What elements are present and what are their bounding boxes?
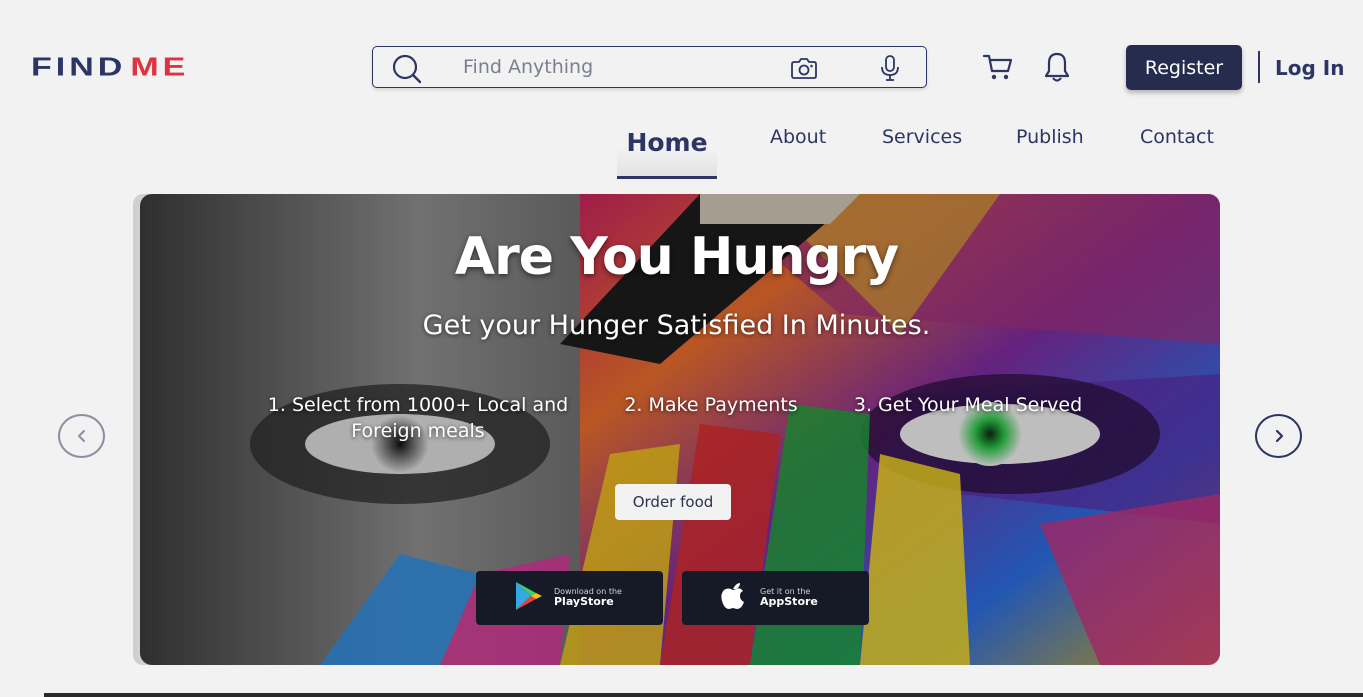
apple-icon <box>720 581 746 615</box>
carousel-next-button[interactable] <box>1255 414 1302 458</box>
camera-search-icon[interactable] <box>790 55 818 85</box>
cart-icon[interactable] <box>982 52 1014 86</box>
nav-services[interactable]: Services <box>882 126 962 148</box>
nav-publish[interactable]: Publish <box>1016 126 1084 148</box>
findme-logo[interactable]: FIND ME <box>31 50 189 84</box>
carousel-prev-button[interactable] <box>58 414 105 458</box>
step-item: 1. Select from 1000+ Local and Foreign m… <box>267 394 569 442</box>
store-name: PlayStore <box>554 595 614 609</box>
playstore-button[interactable]: Download on the PlayStore <box>476 571 663 625</box>
step-item: 2. Make Payments <box>624 394 798 416</box>
play-store-icon <box>514 580 544 616</box>
chevron-left-icon <box>77 430 85 442</box>
hero-carousel: Are You Hungry Get your Hunger Satisfied… <box>133 194 1220 665</box>
chevron-right-icon <box>1275 429 1283 443</box>
logo-text-me: ME <box>130 52 190 82</box>
notification-bell-icon[interactable] <box>1043 51 1071 87</box>
logo-text-find: FIND <box>31 52 127 82</box>
search-input[interactable] <box>463 53 763 81</box>
page-bottom-border <box>44 693 1363 697</box>
register-button[interactable]: Register <box>1126 45 1242 90</box>
hero-subtitle: Get your Hunger Satisfied In Minutes. <box>422 310 931 341</box>
nav-contact[interactable]: Contact <box>1140 126 1214 148</box>
step-item: 3. Get Your Meal Served <box>853 394 1083 416</box>
nav-about[interactable]: About <box>770 126 826 148</box>
store-name: AppStore <box>760 595 818 609</box>
hero-title: Are You Hungry <box>454 227 899 287</box>
login-link[interactable]: Log In <box>1275 56 1344 80</box>
nav-home[interactable]: Home <box>617 120 717 179</box>
search-icon[interactable] <box>391 53 423 89</box>
appstore-button[interactable]: Get it on the AppStore <box>682 571 869 625</box>
header-divider <box>1258 51 1260 83</box>
microphone-icon[interactable] <box>879 54 901 86</box>
order-food-button[interactable]: Order food <box>615 484 731 520</box>
search-bar <box>372 46 927 88</box>
